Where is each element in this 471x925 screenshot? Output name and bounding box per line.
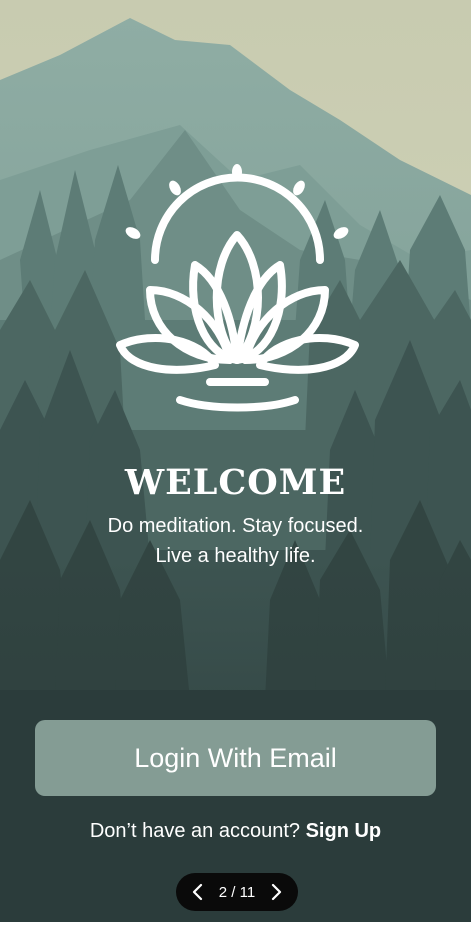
- login-with-email-button[interactable]: Login With Email: [35, 720, 436, 796]
- welcome-subtitle-line-1: Do meditation. Stay focused.: [107, 515, 364, 537]
- chevron-left-icon: [192, 883, 203, 901]
- page-counter: 2 / 11: [218, 883, 256, 901]
- signup-prompt-text: Don’t have an account?: [89, 820, 301, 842]
- welcome-title: WELCOME: [124, 462, 347, 503]
- lotus-icon: [116, 164, 359, 412]
- welcome-subtitle-line-2: Live a healthy life.: [155, 545, 316, 567]
- previous-page-button[interactable]: [186, 880, 210, 904]
- chevron-right-icon: [271, 883, 282, 901]
- welcome-screen: WELCOME Do meditation. Stay focused. Liv…: [0, 0, 471, 925]
- login-button-label: Login With Email: [134, 742, 337, 773]
- next-page-button[interactable]: [264, 880, 288, 904]
- signup-link[interactable]: Sign Up: [306, 820, 382, 842]
- signup-prompt-row: Don’t have an account? Sign Up: [0, 820, 471, 843]
- page-indicator: 2 / 11: [176, 873, 298, 911]
